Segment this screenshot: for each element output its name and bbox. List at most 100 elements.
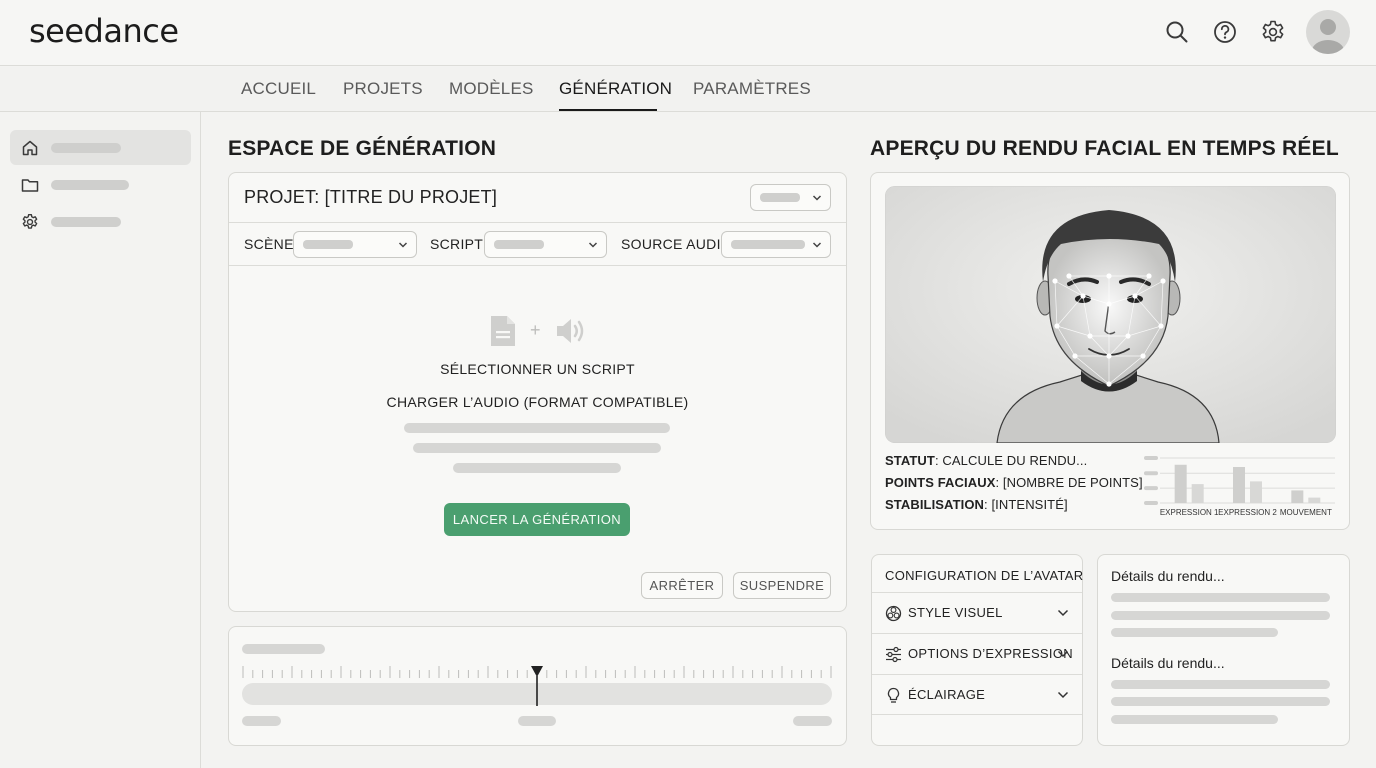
tab-modeles[interactable]: MODÈLES xyxy=(449,79,534,99)
chart-bar xyxy=(1233,467,1245,503)
stop-button[interactable]: ARRÊTER xyxy=(641,572,723,599)
app-logo[interactable]: seedance xyxy=(29,12,179,50)
expression-options-row[interactable]: OPTIONS D’EXPRESSION xyxy=(872,633,1082,674)
render-details-title-2: Détails du rendu... xyxy=(1111,655,1225,671)
chart-axis-tick xyxy=(1144,486,1158,491)
home-icon xyxy=(22,140,38,156)
stabilization-key: STABILISATION xyxy=(885,497,985,512)
select-script-text[interactable]: SÉLECTIONNER UN SCRIPT xyxy=(228,361,847,377)
sidebar-item-folder[interactable] xyxy=(10,167,191,202)
style-visual-label: STYLE VISUEL xyxy=(908,605,1003,620)
placeholder-line xyxy=(413,443,661,453)
help-icon[interactable] xyxy=(1212,19,1238,45)
facial-points-key: POINTS FACIAUX xyxy=(885,475,996,490)
sidebar-item-home[interactable] xyxy=(10,130,191,165)
select-value-placeholder xyxy=(494,240,544,249)
chart-axis-tick xyxy=(1144,501,1158,505)
chevron-down-icon xyxy=(398,242,408,248)
status-value: : CALCULE DU RENDU... xyxy=(934,453,1088,468)
select-value-placeholder xyxy=(760,193,800,202)
generation-title: ESPACE DE GÉNÉRATION xyxy=(228,137,497,160)
scene-select[interactable] xyxy=(293,231,417,258)
plus-sign: + xyxy=(530,320,541,340)
main-nav: ACCUEIL PROJETS MODÈLES GÉNÉRATION PARAM… xyxy=(0,67,1376,112)
render-details-title-1: Détails du rendu... xyxy=(1111,568,1225,584)
divider xyxy=(229,265,846,266)
stabilization-value: : [INTENSITÉ] xyxy=(984,497,1068,512)
chart-category-label: MOUVEMENT xyxy=(1280,508,1332,517)
style-visual-row[interactable]: STYLE VISUEL xyxy=(872,592,1082,633)
tab-parametres[interactable]: PARAMÈTRES xyxy=(693,79,811,99)
folder-icon xyxy=(21,179,39,192)
sidebar-item-label-placeholder xyxy=(51,143,121,153)
start-generation-button[interactable]: LANCER LA GÉNÉRATION xyxy=(444,503,630,536)
facial-points-value: : [NOMBRE DE POINTS] xyxy=(995,475,1143,490)
chart-category-label: EXPRESSION 1 xyxy=(1160,508,1219,517)
sliders-icon xyxy=(886,646,901,663)
select-value-placeholder xyxy=(303,240,353,249)
lighting-row[interactable]: ÉCLAIRAGE xyxy=(872,674,1082,715)
avatar-config-title: CONFIGURATION DE L’AVATAR xyxy=(885,568,1084,583)
playhead[interactable] xyxy=(530,666,544,706)
placeholder-line xyxy=(1111,628,1278,637)
tab-generation[interactable]: GÉNÉRATION xyxy=(559,79,672,99)
audio-source-select[interactable] xyxy=(721,231,831,258)
gear-icon[interactable] xyxy=(1260,19,1286,45)
preview-title: APERÇU DU RENDU FACIAL EN TEMPS RÉEL xyxy=(870,137,1339,160)
placeholder-line xyxy=(453,463,621,473)
audio-source-label: SOURCE AUDIO xyxy=(621,236,732,252)
divider xyxy=(229,222,846,223)
script-select[interactable] xyxy=(484,231,607,258)
project-select[interactable] xyxy=(750,184,831,211)
sidebar-item-label-placeholder xyxy=(51,180,129,190)
chart-bar xyxy=(1191,484,1204,503)
expression-options-label: OPTIONS D’EXPRESSION xyxy=(908,646,1073,661)
lightbulb-icon xyxy=(887,687,900,703)
tab-projets[interactable]: PROJETS xyxy=(343,79,423,99)
select-value-placeholder xyxy=(731,240,805,249)
tab-accueil[interactable]: ACCUEIL xyxy=(241,79,316,99)
chart-axis-tick xyxy=(1144,456,1158,460)
placeholder-line xyxy=(404,423,670,433)
scene-label: SCÈNE xyxy=(244,236,294,252)
script-label: SCRIPT xyxy=(430,236,484,252)
timeline-label-placeholder xyxy=(518,716,556,726)
placeholder-line xyxy=(1111,715,1278,724)
stabilization-line: STABILISATION: [INTENSITÉ] xyxy=(885,497,1068,512)
chart-bar xyxy=(1291,490,1304,503)
speaker-icon xyxy=(557,319,584,343)
placeholder-line xyxy=(1111,680,1330,689)
search-icon[interactable] xyxy=(1164,19,1190,45)
expression-bar-chart: EXPRESSION 1 EXPRESSION 2 MOUVEMENT xyxy=(1144,456,1335,517)
chevron-down-icon xyxy=(812,242,822,248)
gear-icon xyxy=(22,214,38,229)
facial-points-line: POINTS FACIAUX: [NOMBRE DE POINTS] xyxy=(885,475,1143,490)
sidebar xyxy=(0,112,201,768)
chart-bar xyxy=(1250,481,1262,503)
status-line: STATUT: CALCULE DU RENDU... xyxy=(885,453,1087,468)
palette-icon xyxy=(885,605,902,622)
top-header: seedance xyxy=(0,0,1376,66)
load-audio-text[interactable]: CHARGER L’AUDIO (FORMAT COMPATIBLE) xyxy=(228,394,847,410)
chevron-down-icon xyxy=(812,195,822,201)
chart-bar xyxy=(1174,464,1187,503)
timeline-label-placeholder xyxy=(242,716,281,726)
avatar-icon xyxy=(1312,19,1344,54)
pause-button[interactable]: SUSPENDRE xyxy=(733,572,831,599)
chevron-down-icon xyxy=(1057,650,1069,658)
user-avatar[interactable] xyxy=(1306,10,1350,54)
chart-bar xyxy=(1308,497,1321,503)
chevron-down-icon xyxy=(1057,691,1069,699)
document-icon xyxy=(491,316,515,346)
status-key: STATUT xyxy=(885,453,935,468)
active-tab-indicator xyxy=(559,109,657,111)
sidebar-item-settings[interactable] xyxy=(10,204,191,239)
placeholder-line xyxy=(1111,611,1330,620)
project-title: PROJET: [TITRE DU PROJET] xyxy=(244,187,498,207)
face-render-image xyxy=(885,186,1336,443)
lighting-label: ÉCLAIRAGE xyxy=(908,687,986,702)
timeline-label-placeholder xyxy=(793,716,832,726)
placeholder-line xyxy=(1111,593,1330,602)
timeline-title-placeholder xyxy=(242,644,325,654)
chevron-down-icon xyxy=(1057,609,1069,617)
